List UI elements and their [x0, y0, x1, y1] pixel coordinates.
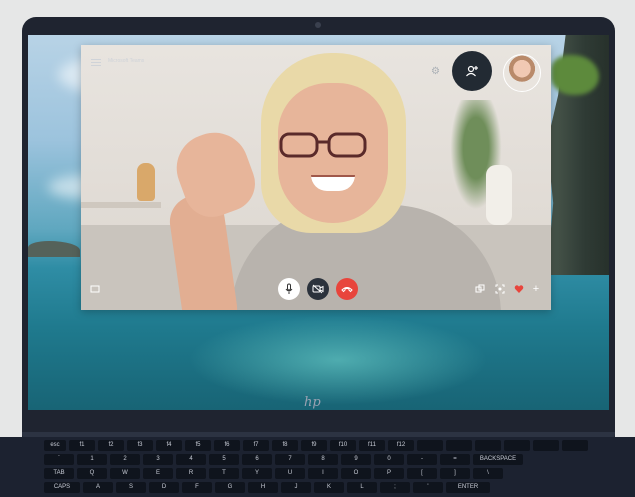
key[interactable] — [475, 440, 501, 451]
island — [28, 241, 80, 257]
hang-up-icon — [341, 287, 353, 293]
key[interactable]: f7 — [243, 440, 269, 451]
camera-off-button[interactable] — [307, 278, 329, 300]
hp-logo: hp — [304, 395, 321, 410]
video-call-window[interactable]: Microsoft Teams ⚙ + — [81, 45, 551, 310]
key[interactable] — [533, 440, 559, 451]
key[interactable] — [562, 440, 588, 451]
key[interactable]: D — [149, 482, 179, 493]
key[interactable]: G — [215, 482, 245, 493]
key[interactable]: 5 — [209, 454, 239, 465]
key[interactable]: E — [143, 468, 173, 479]
screen-share-icon — [90, 285, 100, 293]
key[interactable]: f12 — [388, 440, 414, 451]
mic-button[interactable] — [278, 278, 300, 300]
key[interactable]: \ — [473, 468, 503, 479]
key[interactable]: 3 — [143, 454, 173, 465]
key[interactable]: O — [341, 468, 371, 479]
key[interactable]: f10 — [330, 440, 356, 451]
key[interactable]: f6 — [214, 440, 240, 451]
key[interactable]: 9 — [341, 454, 371, 465]
heart-icon — [514, 285, 524, 293]
key[interactable]: H — [248, 482, 278, 493]
gear-icon[interactable]: ⚙ — [431, 67, 441, 77]
end-call-button[interactable] — [336, 278, 358, 300]
key[interactable]: U — [275, 468, 305, 479]
key[interactable]: 8 — [308, 454, 338, 465]
key[interactable]: 0 — [374, 454, 404, 465]
key[interactable]: esc — [44, 440, 66, 451]
key[interactable]: S — [116, 482, 146, 493]
key[interactable]: f2 — [98, 440, 124, 451]
keyboard-row-qwerty: TAB Q W E R T Y U I O P[] \ — [44, 468, 503, 479]
key[interactable]: A — [83, 482, 113, 493]
self-view-avatar[interactable] — [503, 54, 541, 92]
key[interactable]: I — [308, 468, 338, 479]
keyboard-row-function: esc f1 f2 f3 f4 f5 f6 f7 f8 f9 f10 f11 f12 — [44, 440, 588, 451]
microphone-icon — [285, 283, 293, 294]
cliff-foliage — [551, 55, 599, 95]
menu-icon[interactable] — [91, 59, 101, 67]
key[interactable]: 4 — [176, 454, 206, 465]
keyboard: esc f1 f2 f3 f4 f5 f6 f7 f8 f9 f10 f11 f12 ` 1 2 3 4 5 6 7 8… — [0, 437, 635, 497]
add-person-icon — [466, 65, 478, 77]
key[interactable] — [504, 440, 530, 451]
keyboard-row-home: CAPS A S D F G H J K L; ' ENTER — [44, 482, 490, 493]
key[interactable]: - — [407, 454, 437, 465]
focus-icon — [495, 284, 505, 294]
key[interactable]: ` — [44, 454, 74, 465]
key[interactable]: Y — [242, 468, 272, 479]
key[interactable]: P — [374, 468, 404, 479]
key[interactable]: ; — [380, 482, 410, 493]
key[interactable] — [417, 440, 443, 451]
key[interactable]: ENTER — [446, 482, 490, 493]
key[interactable]: Q — [77, 468, 107, 479]
vase — [137, 163, 155, 201]
key[interactable] — [446, 440, 472, 451]
key[interactable]: f4 — [156, 440, 182, 451]
key[interactable]: L — [347, 482, 377, 493]
key[interactable]: = — [440, 454, 470, 465]
layout-icon — [475, 284, 485, 293]
key[interactable]: 7 — [275, 454, 305, 465]
key[interactable]: [ — [407, 468, 437, 479]
key[interactable]: 1 — [77, 454, 107, 465]
key[interactable]: 6 — [242, 454, 272, 465]
key[interactable]: 2 — [110, 454, 140, 465]
focus-button[interactable] — [495, 284, 505, 294]
plus-button[interactable]: + — [531, 284, 541, 295]
key[interactable]: f5 — [185, 440, 211, 451]
key[interactable]: R — [176, 468, 206, 479]
key[interactable]: CAPS — [44, 482, 80, 493]
key[interactable]: f3 — [127, 440, 153, 451]
key[interactable]: F — [182, 482, 212, 493]
key[interactable]: BACKSPACE — [473, 454, 523, 465]
key[interactable]: f1 — [69, 440, 95, 451]
layout-button[interactable] — [475, 284, 485, 294]
key[interactable]: f9 — [301, 440, 327, 451]
key[interactable]: ] — [440, 468, 470, 479]
app-title: Microsoft Teams — [108, 58, 145, 64]
camera-off-icon — [312, 284, 324, 294]
key[interactable]: K — [314, 482, 344, 493]
key[interactable]: J — [281, 482, 311, 493]
shelf — [81, 202, 161, 208]
water-glow — [188, 315, 488, 405]
screen-share-button[interactable] — [90, 284, 100, 294]
key[interactable]: TAB — [44, 468, 74, 479]
key[interactable]: f11 — [359, 440, 385, 451]
key[interactable]: T — [209, 468, 239, 479]
heart-button[interactable] — [514, 284, 524, 294]
keyboard-row-numbers: ` 1 2 3 4 5 6 7 8 9 0- = BACKSPACE — [44, 454, 523, 465]
glasses — [279, 132, 367, 158]
key[interactable]: ' — [413, 482, 443, 493]
lamp — [486, 165, 512, 225]
add-participant-button[interactable] — [452, 51, 492, 91]
key[interactable]: W — [110, 468, 140, 479]
key[interactable]: f8 — [272, 440, 298, 451]
webcam-icon — [315, 22, 321, 28]
